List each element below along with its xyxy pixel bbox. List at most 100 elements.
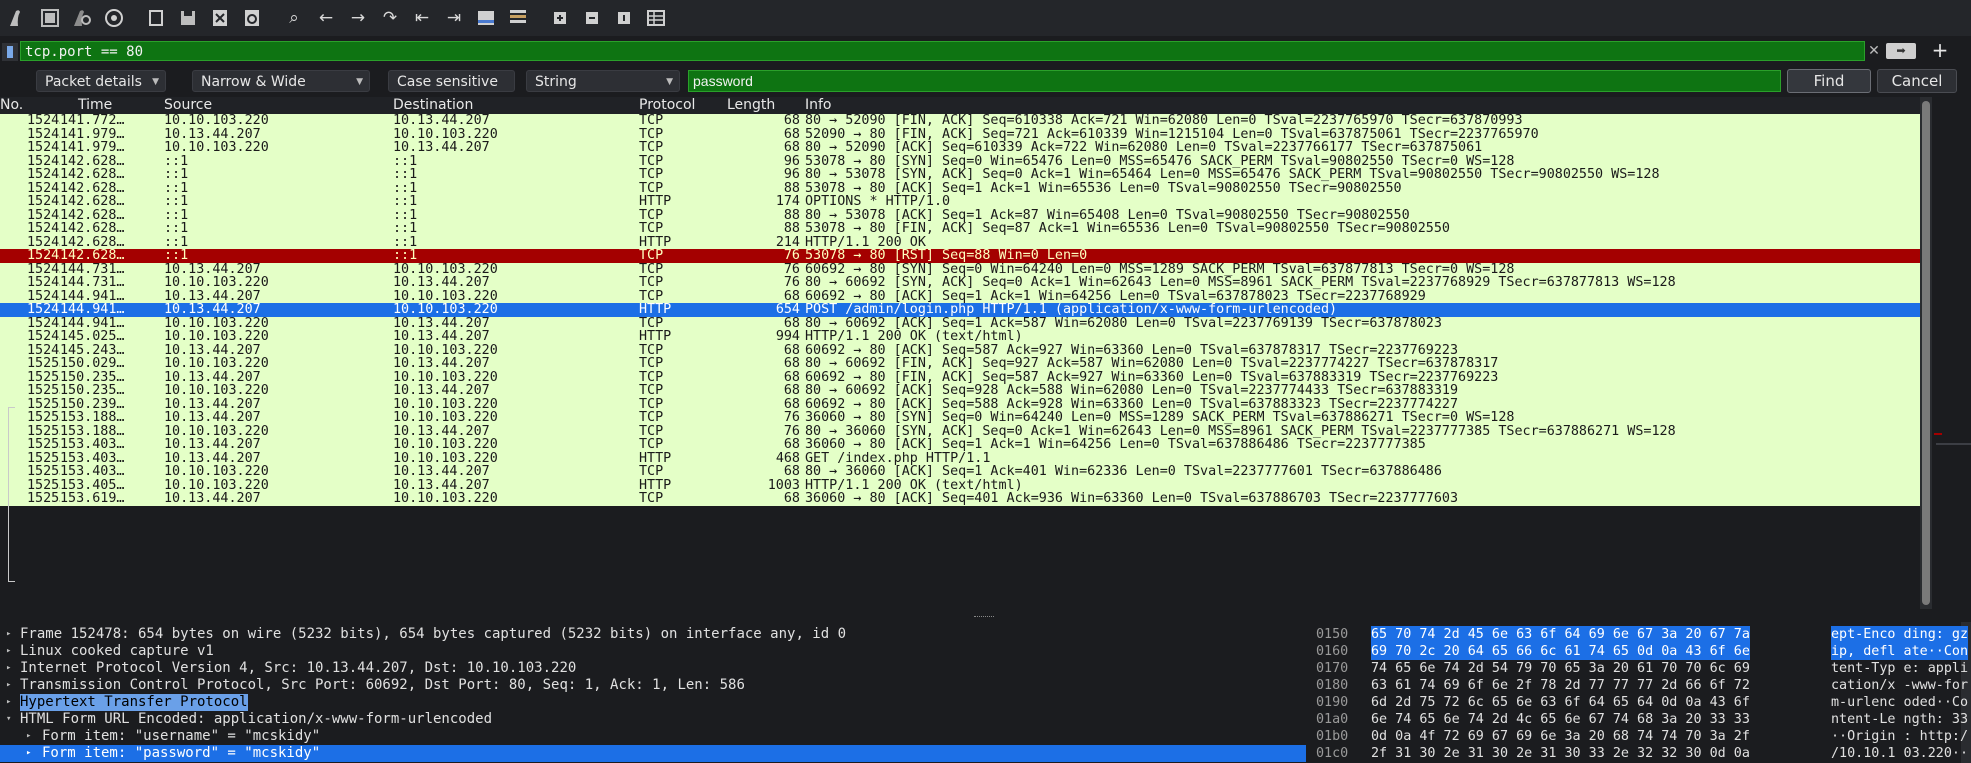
table-row[interactable]: 1524…142.628…::1::1 TCP 88 53078 → 80 [FIN,… — [0, 222, 1920, 236]
case-sensitive-checkbox[interactable]: Case sensitive — [388, 70, 515, 92]
capture-options-icon[interactable] — [100, 4, 128, 32]
table-row[interactable]: 1524…142.628…::1::1 HTTP 174 OPTIONS * HTTP… — [0, 195, 1920, 209]
packet-bytes-pane[interactable]: 0150 65 70 74 2d 45 6e 63 6f 64 69 6e 67 … — [1306, 622, 1971, 763]
zoom-out-icon[interactable] — [578, 4, 606, 32]
table-row[interactable]: 1524…142.628…::1::1 TCP 88 80 → 53078 [ACK]… — [0, 208, 1920, 222]
find-button[interactable]: Find — [1787, 69, 1871, 93]
packet-list[interactable]: No. Time Source Destination Protocol Len… — [0, 97, 1920, 609]
open-file-icon[interactable] — [142, 4, 170, 32]
go-back-icon[interactable]: ← — [312, 4, 340, 32]
cancel-button[interactable]: Cancel — [1877, 69, 1957, 93]
column-header-length[interactable]: Length — [727, 97, 775, 114]
table-row[interactable]: 1524…144.941… 10.13.44.207 10.10.103.220 HT… — [0, 303, 1920, 317]
go-first-icon[interactable]: ⇤ — [408, 4, 436, 32]
close-file-icon[interactable] — [206, 4, 234, 32]
table-row[interactable]: 1524…141.979… 10.10.103.220 10.13.44.207 TC… — [0, 141, 1920, 155]
table-row[interactable]: 1525…153.405… 10.10.103.220 10.13.44.207 HT… — [0, 478, 1920, 492]
table-row[interactable]: 1525…153.188… 10.10.103.220 10.13.44.207 TC… — [0, 424, 1920, 438]
auto-scroll-icon[interactable] — [472, 4, 500, 32]
collapsed-triangle-icon[interactable]: ▸ — [6, 694, 11, 711]
collapsed-triangle-icon[interactable]: ▸ — [6, 643, 11, 660]
table-row[interactable]: 1524…141.979… 10.13.44.207 10.10.103.220 TC… — [0, 127, 1920, 141]
table-row[interactable]: 1525…153.403… 10.13.44.207 10.10.103.220 TC… — [0, 438, 1920, 452]
detail-tree-item[interactable]: ▸ Internet Protocol Version 4, Src: 10.13… — [0, 660, 1306, 677]
collapsed-triangle-icon[interactable]: ▸ — [6, 677, 11, 694]
bytes-row[interactable]: 0180 63 61 74 69 6f 6e 2f 78 2d 77 77 77 … — [1306, 677, 1971, 694]
colorize-icon[interactable] — [504, 4, 532, 32]
table-row[interactable]: 1524…142.628…::1::1 TCP 88 53078 → 80 [ACK]… — [0, 181, 1920, 195]
table-row[interactable]: 1524…145.243… 10.13.44.207 10.10.103.220 TC… — [0, 343, 1920, 357]
bytes-row[interactable]: 0190 6d 2d 75 72 6c 65 6e 63 6f 64 65 64 … — [1306, 694, 1971, 711]
table-row[interactable]: 1525…150.239… 10.13.44.207 10.10.103.220 TC… — [0, 397, 1920, 411]
table-row[interactable]: 1525…153.403… 10.10.103.220 10.13.44.207 TC… — [0, 465, 1920, 479]
table-row[interactable]: 1525…150.029… 10.10.103.220 10.13.44.207 TC… — [0, 357, 1920, 371]
add-filter-button-icon[interactable]: + — [1930, 40, 1950, 60]
save-file-icon[interactable] — [174, 4, 202, 32]
bytes-row[interactable]: 0170 74 65 6e 74 2d 54 79 70 65 3a 20 61 … — [1306, 660, 1971, 677]
go-last-icon[interactable]: ⇥ — [440, 4, 468, 32]
detail-tree-item[interactable]: ▸ Form item: "password" = "mcskidy" — [0, 745, 1306, 762]
clear-filter-icon[interactable]: ✕ — [1866, 43, 1882, 59]
expanded-triangle-icon[interactable]: ▾ — [6, 711, 11, 728]
restart-capture-icon[interactable] — [68, 4, 96, 32]
search-in-dropdown[interactable]: Packet details ▼ — [36, 70, 166, 92]
table-row[interactable]: 1524…142.628…::1::1 TCP 96 80 → 53078 [SYN,… — [0, 168, 1920, 182]
zoom-in-icon[interactable] — [546, 4, 574, 32]
table-row[interactable]: 1525…153.188… 10.13.44.207 10.10.103.220 TC… — [0, 411, 1920, 425]
detail-tree-item[interactable]: ▸ Transmission Control Protocol, Src Port… — [0, 677, 1306, 694]
pane-splitter[interactable] — [0, 613, 1971, 622]
detail-tree-item[interactable]: ▸ Form item: "username" = "mcskidy" — [0, 728, 1306, 745]
splitter-handle[interactable] — [974, 616, 994, 620]
scrollbar-thumb[interactable] — [1922, 101, 1930, 605]
bytes-row[interactable]: 01b0 0d 0a 4f 72 69 67 69 6e 3a 20 68 74 … — [1306, 728, 1971, 745]
table-row[interactable]: 1524…142.628…::1::1 TCP 96 53078 → 80 [SYN]… — [0, 154, 1920, 168]
bytes-row[interactable]: 01c0 2f 31 30 2e 31 30 2e 31 30 33 2e 32 … — [1306, 745, 1971, 762]
collapsed-triangle-icon[interactable]: ▸ — [26, 745, 31, 762]
column-header-no[interactable]: No. — [0, 97, 23, 114]
resize-columns-icon[interactable] — [642, 4, 670, 32]
filter-bookmark-icon[interactable] — [2, 43, 18, 61]
packet-list-scrollbar[interactable] — [1920, 97, 1932, 609]
column-header-source[interactable]: Source — [164, 97, 212, 114]
table-row[interactable]: 1525…153.403… 10.13.44.207 10.10.103.220 HT… — [0, 451, 1920, 465]
reload-file-icon[interactable] — [238, 4, 266, 32]
collapsed-triangle-icon[interactable]: ▸ — [26, 728, 31, 745]
go-to-packet-icon[interactable]: ↷ — [376, 4, 404, 32]
table-row[interactable]: 1524…142.628…::1::1 HTTP 214 HTTP/1.1 200 O… — [0, 235, 1920, 249]
go-forward-icon[interactable]: → — [344, 4, 372, 32]
column-header-destination[interactable]: Destination — [393, 97, 473, 114]
table-row[interactable]: 1525…150.235… 10.13.44.207 10.10.103.220 TC… — [0, 370, 1920, 384]
table-row[interactable]: 1524…144.941… 10.13.44.207 10.10.103.220 TC… — [0, 289, 1920, 303]
column-header-info[interactable]: Info — [805, 97, 832, 114]
shark-fin-start-icon[interactable] — [4, 4, 32, 32]
search-string-input[interactable]: password — [688, 70, 1781, 92]
table-row[interactable]: 1525…150.235… 10.10.103.220 10.13.44.207 TC… — [0, 384, 1920, 398]
table-row[interactable]: 1524…144.941… 10.10.103.220 10.13.44.207 TC… — [0, 316, 1920, 330]
bytes-row[interactable]: 0150 65 70 74 2d 45 6e 63 6f 64 69 6e 67 … — [1306, 626, 1971, 643]
packet-details-pane[interactable]: ▸ Frame 152478: 654 bytes on wire (5232 b… — [0, 622, 1306, 763]
stop-capture-icon[interactable] — [36, 4, 64, 32]
display-filter-input[interactable]: tcp.port == 80 — [20, 41, 1865, 61]
detail-tree-item[interactable]: ▾ HTML Form URL Encoded: application/x-ww… — [0, 711, 1306, 728]
table-row[interactable]: 1524…142.628…::1::1 TCP 76 53078 → 80 [RST]… — [0, 249, 1920, 263]
table-row[interactable]: 1524…144.731… 10.10.103.220 10.13.44.207 TC… — [0, 276, 1920, 290]
search-type-dropdown[interactable]: String ▼ — [526, 70, 680, 92]
detail-tree-item[interactable]: ▸ Frame 152478: 654 bytes on wire (5232 b… — [0, 626, 1306, 643]
bytes-row[interactable]: 0160 69 70 2c 20 64 65 66 6c 61 74 65 0d … — [1306, 643, 1971, 660]
detail-tree-item[interactable]: ▸ Linux cooked capture v1 — [0, 643, 1306, 660]
table-row[interactable]: 1524…145.025… 10.10.103.220 10.13.44.207 HT… — [0, 330, 1920, 344]
find-packet-icon[interactable]: ⌕ — [280, 4, 308, 32]
zoom-normal-icon[interactable] — [610, 4, 638, 32]
packet-minimap[interactable] — [1932, 97, 1971, 609]
collapsed-triangle-icon[interactable]: ▸ — [6, 660, 11, 677]
apply-filter-icon[interactable]: ➡ — [1886, 43, 1916, 59]
column-header-protocol[interactable]: Protocol — [639, 97, 695, 114]
table-row[interactable]: 1524…141.772… 10.10.103.220 10.13.44.207 TC… — [0, 114, 1920, 128]
char-width-dropdown[interactable]: Narrow & Wide ▼ — [192, 70, 370, 92]
column-header-time[interactable]: Time — [78, 97, 112, 114]
table-row[interactable]: 1524…144.731… 10.13.44.207 10.10.103.220 TC… — [0, 262, 1920, 276]
collapsed-triangle-icon[interactable]: ▸ — [6, 626, 11, 643]
table-row[interactable]: 1525…153.619… 10.13.44.207 10.10.103.220 TC… — [0, 492, 1920, 506]
bytes-row[interactable]: 01a0 6e 74 65 6e 74 2d 4c 65 6e 67 74 68 … — [1306, 711, 1971, 728]
detail-tree-item[interactable]: ▸ Hypertext Transfer Protocol — [0, 694, 1306, 711]
